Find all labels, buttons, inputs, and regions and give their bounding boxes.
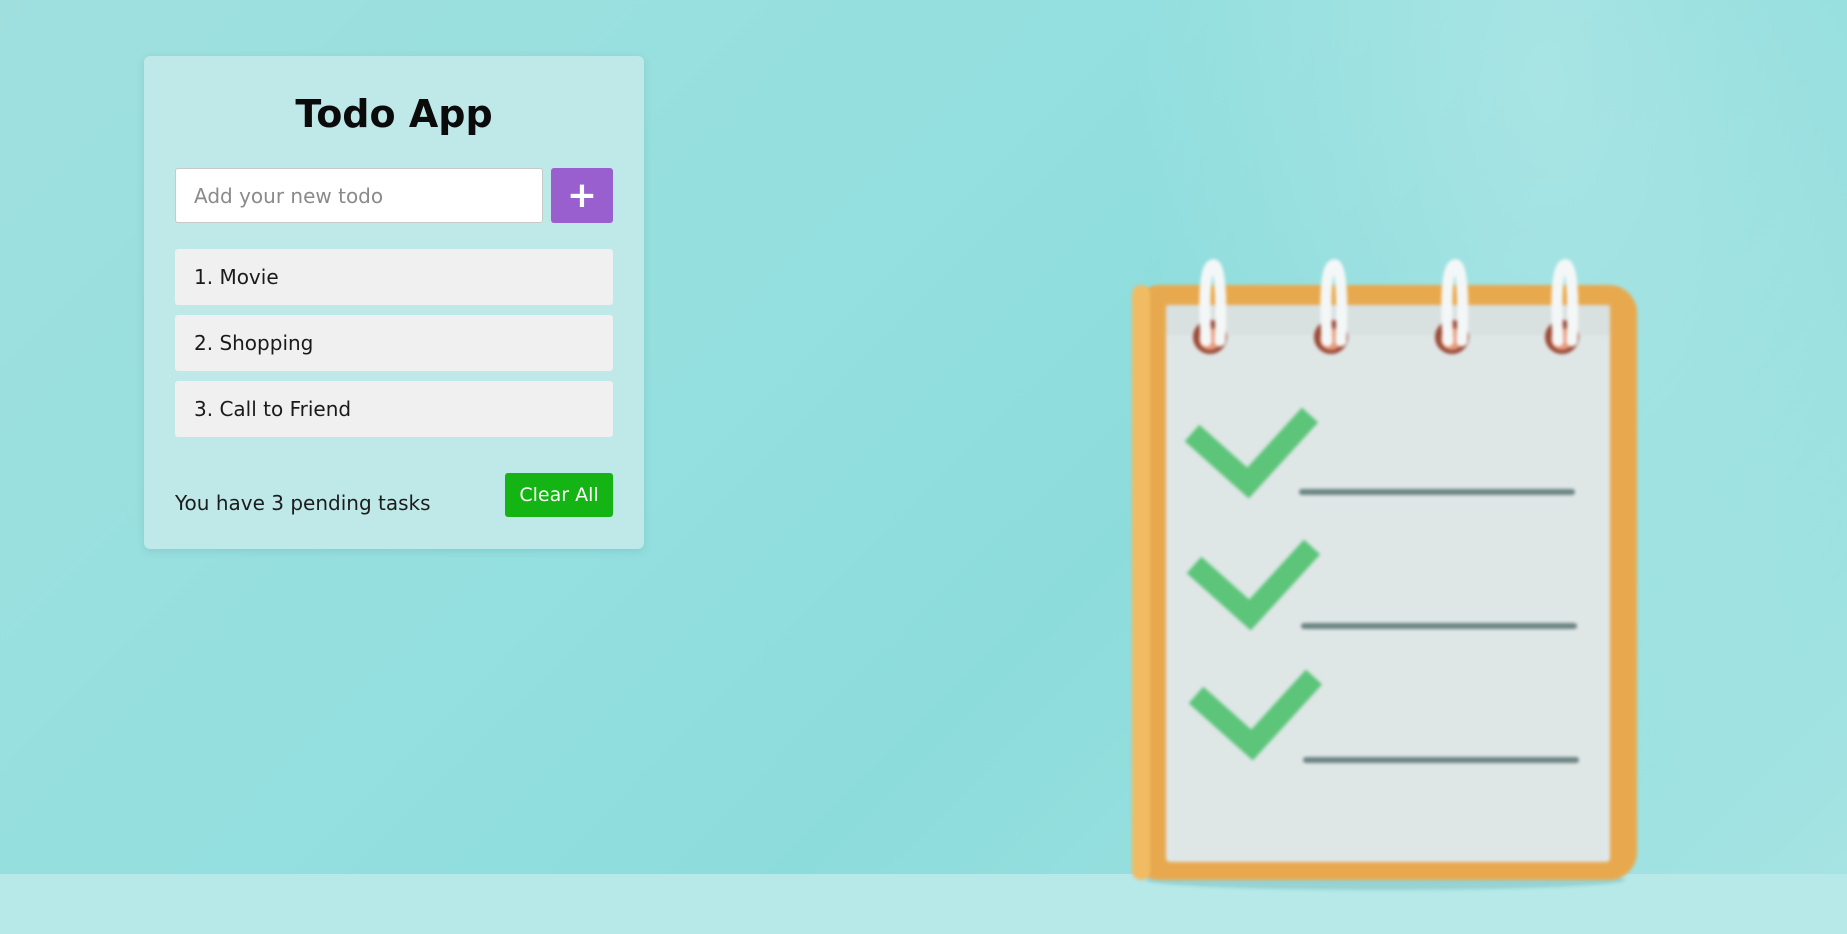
notepad-paper-shade: [1166, 305, 1610, 335]
page-background: Todo App + 1. Movie 2. Shopping 3. Call …: [0, 0, 1847, 934]
notepad-paper: [1166, 305, 1610, 862]
notepad-checklist-icon: [1132, 259, 1637, 890]
new-todo-input[interactable]: [175, 168, 543, 223]
todo-item[interactable]: 3. Call to Friend: [175, 381, 613, 437]
notepad-board-highlight: [1132, 285, 1150, 880]
todo-item[interactable]: 1. Movie: [175, 249, 613, 305]
add-todo-button[interactable]: +: [551, 168, 613, 223]
todo-list: 1. Movie 2. Shopping 3. Call to Friend: [175, 249, 613, 447]
todo-item[interactable]: 2. Shopping: [175, 315, 613, 371]
clear-all-button[interactable]: Clear All: [505, 473, 613, 517]
pending-tasks-count: You have 3 pending tasks: [175, 491, 431, 515]
todo-card: Todo App + 1. Movie 2. Shopping 3. Call …: [144, 56, 644, 549]
page-title: Todo App: [295, 92, 493, 136]
